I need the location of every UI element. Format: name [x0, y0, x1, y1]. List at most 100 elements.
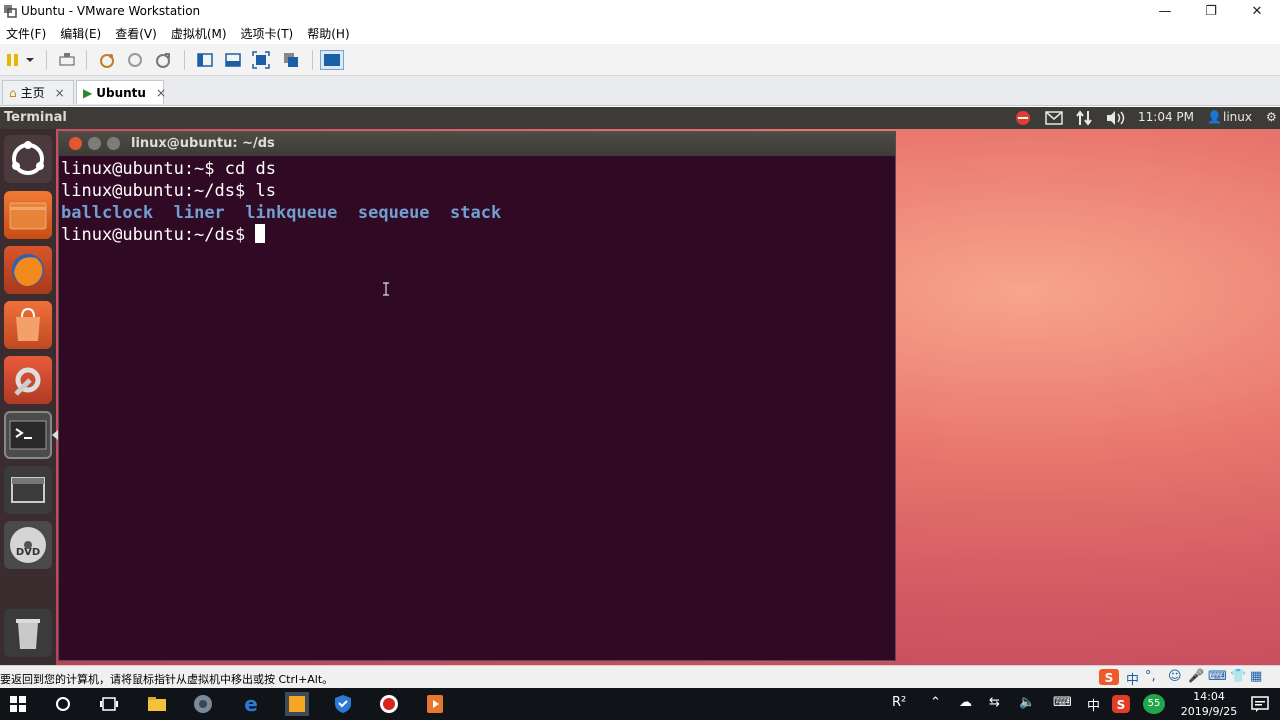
minimize-icon[interactable]	[88, 137, 101, 150]
volume-icon[interactable]: 🔈	[1019, 695, 1035, 710]
tab-home-label: 主页	[20, 86, 45, 100]
ime-indicator[interactable]: 中	[1087, 695, 1100, 714]
dir-entry: sequeue	[357, 203, 430, 223]
punctuation-icon[interactable]: °,	[1145, 669, 1156, 684]
chevron-up-icon[interactable]: ⌃	[930, 695, 941, 710]
media-player-icon[interactable]	[193, 694, 213, 714]
edge-icon[interactable]: e	[241, 694, 261, 714]
windows-start-icon[interactable]	[8, 694, 28, 714]
workspace-switcher-icon[interactable]	[4, 466, 52, 514]
tab-ubuntu[interactable]: ▶ Ubuntu ×	[76, 80, 166, 104]
keyboard-icon[interactable]: ⌨	[1053, 695, 1072, 710]
menu-help[interactable]: 帮助(H)	[301, 25, 357, 42]
sogou-icon[interactable]: S	[1111, 694, 1131, 714]
clock-time: 14:04	[1193, 690, 1225, 703]
pause-icon[interactable]	[4, 51, 22, 69]
vm-running-icon: ▶	[83, 85, 93, 100]
terminal-title: linux@ubuntu: ~/ds	[131, 136, 275, 151]
svg-text:S: S	[1117, 698, 1126, 712]
usb-icon[interactable]: ⇆	[989, 695, 1000, 710]
sidebar-toggle-icon[interactable]	[196, 51, 214, 69]
files-icon[interactable]	[4, 191, 52, 239]
svg-text:DVD: DVD	[16, 547, 40, 558]
vmware-taskbar-icon[interactable]	[285, 692, 309, 716]
svg-text:e: e	[244, 694, 258, 714]
tools-icon[interactable]: ▦	[1250, 669, 1262, 684]
ubuntu-dash-icon[interactable]	[4, 135, 52, 183]
menu-file[interactable]: 文件(F)	[0, 25, 54, 42]
menu-edit[interactable]: 编辑(E)	[54, 25, 109, 42]
microphone-icon[interactable]: 🎤	[1188, 669, 1204, 684]
revert-snapshot-icon[interactable]	[126, 51, 144, 69]
restore-icon[interactable]: ❐	[1188, 0, 1234, 22]
trash-icon[interactable]	[4, 609, 52, 657]
volume-icon[interactable]	[1105, 110, 1127, 126]
terminal-line: linux@ubuntu:~$ cd ds	[61, 159, 276, 179]
security-shield-icon[interactable]	[333, 694, 353, 714]
system-settings-icon[interactable]	[4, 356, 52, 404]
no-entry-icon[interactable]	[1014, 110, 1032, 126]
terminal-icon[interactable]	[4, 411, 52, 459]
minimize-icon[interactable]: —	[1142, 0, 1188, 22]
terminal-prompt-line: linux@ubuntu:~/ds$	[61, 224, 893, 246]
notification-icon[interactable]	[1250, 694, 1270, 714]
clock-date: 2019/9/25	[1180, 705, 1238, 718]
close-icon[interactable]	[69, 137, 82, 150]
close-icon[interactable]: ×	[55, 86, 65, 100]
terminal-title-bar[interactable]: linux@ubuntu: ~/ds	[59, 132, 895, 156]
people-icon[interactable]: R²	[892, 695, 906, 710]
panel-clock[interactable]: 11:04 PM	[1138, 110, 1194, 124]
terminal-window[interactable]: linux@ubuntu: ~/ds linux@ubuntu:~$ cd ds…	[58, 131, 896, 661]
menu-tabs[interactable]: 选项卡(T)	[235, 25, 302, 42]
dvd-icon[interactable]: DVD	[4, 521, 52, 569]
sogou-ime-icon[interactable]: S	[1098, 668, 1120, 686]
ime-mode-icon[interactable]: 中	[1126, 669, 1139, 688]
panel-user[interactable]: linux	[1223, 110, 1252, 124]
terminal-prompt: linux@ubuntu:~/ds$	[61, 225, 256, 245]
vmware-icon	[4, 5, 17, 18]
taskbar-clock[interactable]: 14:04 2019/9/25	[1174, 688, 1244, 720]
ubuntu-top-panel: Terminal 11:04 PM 👤 linux ⚙	[0, 107, 1280, 129]
tab-ubuntu-label: Ubuntu	[96, 85, 146, 100]
emoji-icon[interactable]: ☺	[1168, 669, 1182, 684]
snapshot-icon[interactable]	[98, 51, 116, 69]
snapshot-manager-icon[interactable]	[154, 51, 172, 69]
skin-icon[interactable]: 👕	[1230, 669, 1246, 684]
search-icon[interactable]	[53, 694, 73, 714]
send-ctrl-alt-del-icon[interactable]	[58, 51, 76, 69]
gear-icon[interactable]: ⚙	[1266, 110, 1277, 124]
software-center-icon[interactable]	[4, 301, 52, 349]
close-icon[interactable]: ×	[156, 86, 166, 100]
task-view-icon[interactable]	[99, 694, 119, 714]
firefox-icon[interactable]	[4, 246, 52, 294]
security-badge[interactable]: 55	[1143, 694, 1165, 714]
unity-icon[interactable]	[282, 51, 300, 69]
file-explorer-icon[interactable]	[147, 694, 167, 714]
console-view-icon[interactable]	[320, 50, 344, 70]
menu-vm[interactable]: 虚拟机(M)	[165, 25, 235, 42]
terminal-body[interactable]: linux@ubuntu:~$ cd ds linux@ubuntu:~/ds$…	[61, 158, 893, 246]
window-title: Ubuntu - VMware Workstation	[21, 4, 201, 18]
ibeam-cursor-icon	[383, 282, 389, 296]
chevron-down-icon[interactable]	[24, 51, 36, 69]
maximize-icon[interactable]	[107, 137, 120, 150]
fullscreen-icon[interactable]	[252, 51, 270, 69]
record-icon[interactable]	[379, 694, 399, 714]
tab-home[interactable]: ⌂ 主页 ×	[2, 80, 74, 104]
unity-launcher: DVD	[0, 129, 58, 665]
menu-view[interactable]: 查看(V)	[109, 25, 165, 42]
close-icon[interactable]: ✕	[1234, 0, 1280, 22]
toolbar	[0, 44, 1280, 76]
dir-entry: stack	[450, 203, 502, 223]
home-icon: ⌂	[9, 85, 17, 100]
tab-bar: ⌂ 主页 × ▶ Ubuntu ×	[0, 76, 1280, 106]
keyboard-icon[interactable]: ⌨	[1208, 669, 1227, 684]
presentation-icon[interactable]	[425, 694, 445, 714]
dir-entry: liner	[173, 203, 225, 223]
mail-icon[interactable]	[1045, 111, 1063, 125]
thumbnail-bar-icon[interactable]	[224, 51, 242, 69]
cloud-icon[interactable]: ☁	[959, 695, 972, 710]
menu-bar: 文件(F) 编辑(E) 查看(V) 虚拟机(M) 选项卡(T) 帮助(H)	[0, 22, 1280, 44]
vm-status-bar: 要返回到您的计算机，请将鼠标指针从虚拟机中移出或按 Ctrl+Alt。 S 中 …	[0, 665, 1280, 688]
network-icon[interactable]	[1075, 110, 1093, 126]
